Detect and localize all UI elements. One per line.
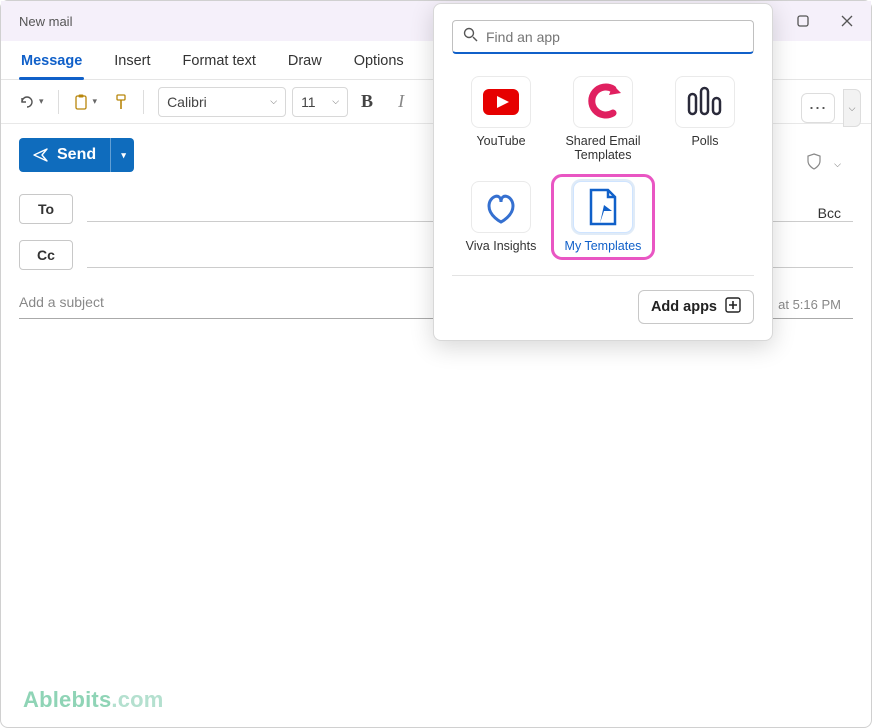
cc-button[interactable]: Cc: [19, 240, 73, 270]
separator: [143, 90, 144, 114]
app-label: Viva Insights: [466, 239, 537, 253]
ribbon-collapse-button[interactable]: ⌵: [843, 89, 861, 127]
bold-button[interactable]: B: [352, 87, 382, 117]
draft-saved-time: at 5:16 PM: [778, 297, 841, 312]
chevron-down-icon: ⌵: [332, 96, 339, 107]
paste-button[interactable]: ▾: [67, 89, 104, 115]
font-size-value: 11: [301, 94, 316, 110]
my-templates-icon: [573, 181, 633, 233]
chevron-down-icon: ⌵: [270, 96, 277, 107]
app-search-input[interactable]: [486, 29, 743, 45]
to-button[interactable]: To: [19, 194, 73, 224]
shield-icon[interactable]: [806, 153, 822, 176]
toolbar-overflow: ⋯ ⌵: [801, 93, 861, 123]
youtube-icon: [471, 76, 531, 128]
search-icon: [463, 27, 478, 47]
send-button-group: Send ▾: [19, 138, 134, 172]
send-button[interactable]: Send: [19, 138, 110, 172]
window-controls: [795, 13, 855, 29]
polls-icon: [675, 76, 735, 128]
send-label: Send: [57, 146, 96, 164]
font-size-select[interactable]: 11 ⌵: [292, 87, 348, 117]
app-shared-email-templates[interactable]: Shared Email Templates: [554, 72, 652, 167]
add-apps-label: Add apps: [651, 299, 717, 315]
app-youtube[interactable]: YouTube: [452, 72, 550, 167]
plus-icon: [725, 297, 741, 317]
add-apps-button[interactable]: Add apps: [638, 290, 754, 324]
window-title: New mail: [19, 14, 72, 29]
apps-grid: YouTube Shared Email Templates Polls Viv…: [452, 72, 754, 257]
format-painter-button[interactable]: [107, 89, 135, 115]
tab-options[interactable]: Options: [352, 49, 406, 79]
app-viva-insights[interactable]: Viva Insights: [452, 177, 550, 257]
send-icon: [33, 147, 49, 163]
send-split-button[interactable]: ▾: [110, 138, 134, 172]
close-icon[interactable]: [839, 13, 855, 29]
shared-templates-icon: [573, 76, 633, 128]
chevron-down-icon: ▾: [93, 96, 98, 107]
app-my-templates[interactable]: My Templates: [554, 177, 652, 257]
watermark: Ablebits.com: [23, 687, 164, 713]
separator: [58, 90, 59, 114]
font-name-select[interactable]: Calibri ⌵: [158, 87, 286, 117]
tab-insert[interactable]: Insert: [112, 49, 152, 79]
apps-popup: YouTube Shared Email Templates Polls Viv…: [433, 3, 773, 341]
watermark-tld: .com: [111, 687, 163, 712]
app-label: Shared Email Templates: [554, 134, 652, 163]
add-apps-row: Add apps: [452, 275, 754, 324]
undo-button[interactable]: ▾: [13, 90, 50, 114]
chevron-down-icon[interactable]: ⌵: [834, 159, 841, 170]
message-options-area: ⌵: [806, 153, 841, 176]
font-name-value: Calibri: [167, 94, 207, 110]
chevron-down-icon: ▾: [39, 96, 44, 107]
tab-format-text[interactable]: Format text: [181, 49, 258, 79]
subject-placeholder: Add a subject: [19, 294, 104, 310]
more-commands-button[interactable]: ⋯: [801, 93, 835, 123]
viva-insights-icon: [471, 181, 531, 233]
italic-button[interactable]: I: [386, 87, 416, 117]
tab-message[interactable]: Message: [19, 49, 84, 79]
app-search-field[interactable]: [452, 20, 754, 54]
app-label: Polls: [691, 134, 718, 148]
watermark-brand: Ablebits: [23, 687, 111, 712]
app-label: YouTube: [476, 134, 525, 148]
app-polls[interactable]: Polls: [656, 72, 754, 167]
tab-draw[interactable]: Draw: [286, 49, 324, 79]
bcc-link[interactable]: Bcc: [818, 205, 841, 221]
maximize-icon[interactable]: [795, 13, 811, 29]
chevron-down-icon: ▾: [121, 150, 126, 161]
app-label: My Templates: [565, 239, 642, 253]
